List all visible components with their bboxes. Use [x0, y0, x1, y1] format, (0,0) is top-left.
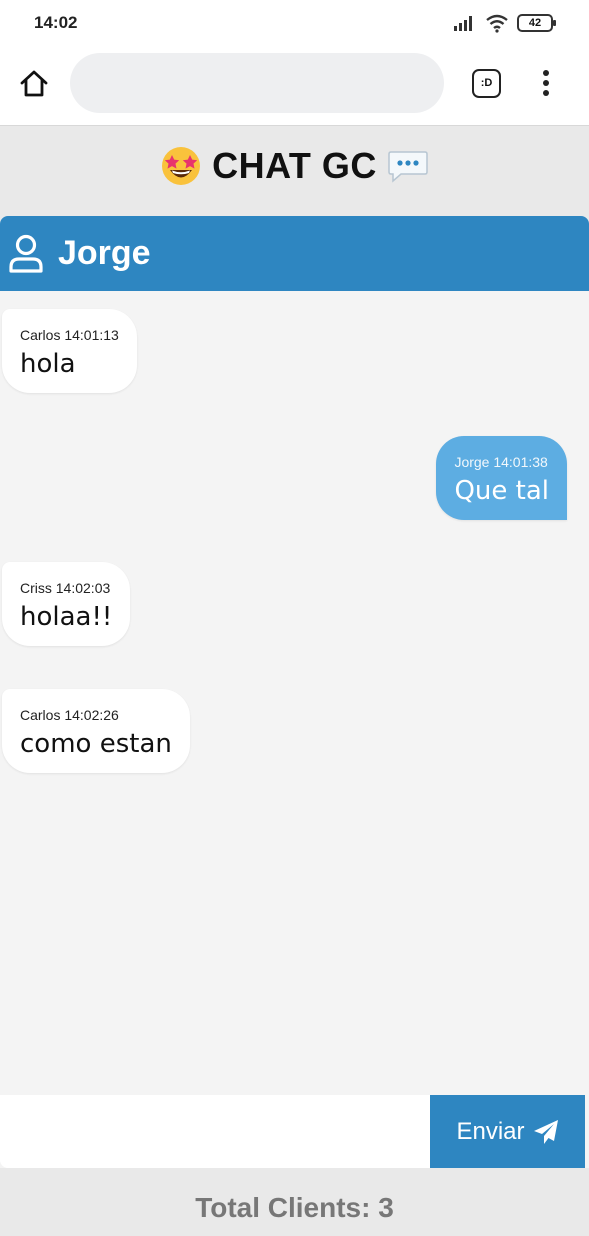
footer: Total Clients: 3 — [0, 1180, 589, 1236]
app-title-text: CHAT GC — [212, 145, 377, 186]
message-meta: Jorge 14:01:38 — [454, 454, 548, 470]
menu-icon[interactable] — [537, 68, 555, 98]
speech-bubble-icon — [388, 151, 428, 183]
signal-icon — [454, 16, 472, 31]
user-icon — [9, 234, 43, 273]
message-text: hola — [20, 349, 76, 379]
app-title: CHAT GC — [0, 126, 589, 206]
home-icon[interactable] — [18, 68, 50, 100]
message-list: Carlos 14:01:13 hola Jorge 14:01:38 Que … — [0, 291, 589, 1168]
composer: Enviar — [0, 1095, 589, 1168]
chat-header: Jorge — [0, 216, 589, 291]
paper-plane-icon — [533, 1119, 558, 1144]
battery-icon: 42 — [517, 14, 556, 32]
chat-panel: Jorge Carlos 14:01:13 hola Jorge 14:01:3… — [0, 216, 589, 1168]
message-meta: Criss 14:02:03 — [20, 580, 111, 596]
status-time: 14:02 — [34, 13, 78, 32]
message-input[interactable] — [0, 1095, 430, 1168]
message-meta: Carlos 14:01:13 — [20, 327, 119, 343]
tabs-icon[interactable]: :D — [472, 69, 501, 98]
url-bar[interactable] — [70, 53, 444, 113]
message-bubble: Carlos 14:01:13 hola — [2, 309, 137, 393]
message-bubble: Criss 14:02:03 holaa!! — [2, 562, 131, 646]
status-bar: 14:02 42 — [0, 0, 589, 48]
status-icons: 42 — [453, 13, 556, 33]
message-bubble: Carlos 14:02:26 como estan — [2, 689, 190, 773]
total-clients: Total Clients: 3 — [195, 1192, 394, 1223]
send-button-label: Enviar — [456, 1117, 525, 1145]
star-struck-emoji-icon — [162, 147, 201, 185]
message-text: como estan — [20, 729, 172, 759]
message-text: Que tal — [454, 476, 549, 506]
message-text: holaa!! — [20, 602, 113, 632]
chat-username: Jorge — [58, 234, 151, 272]
wifi-icon — [486, 14, 508, 33]
message-bubble-own: Jorge 14:01:38 Que tal — [436, 436, 567, 520]
send-button[interactable]: Enviar — [430, 1095, 585, 1168]
browser-toolbar: :D — [0, 48, 589, 126]
message-meta: Carlos 14:02:26 — [20, 707, 119, 723]
